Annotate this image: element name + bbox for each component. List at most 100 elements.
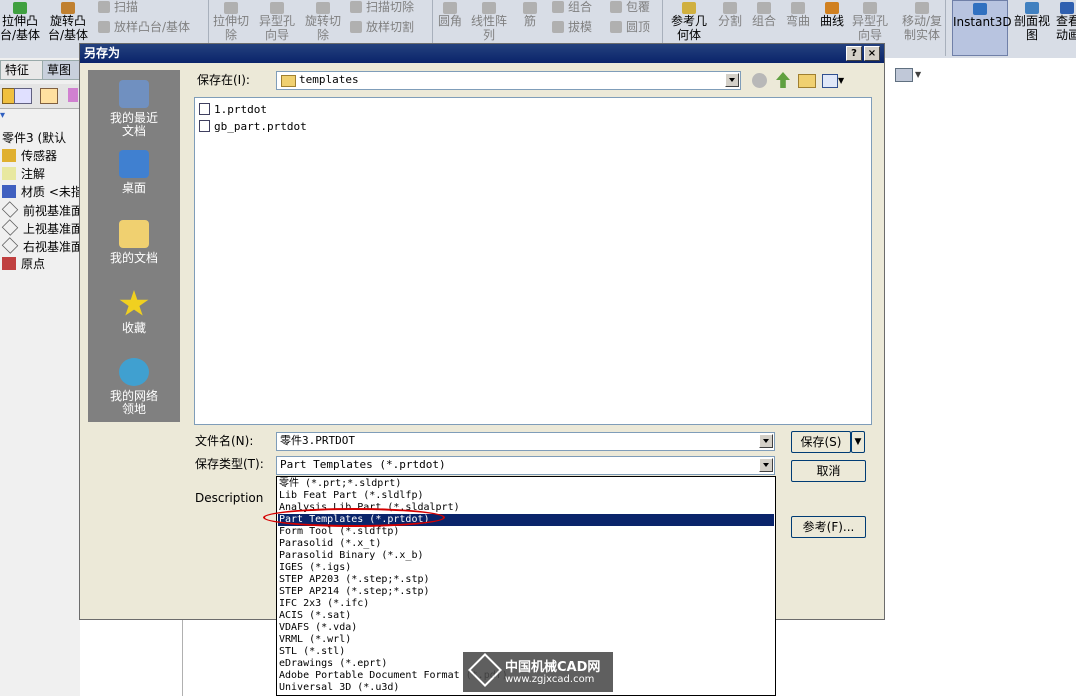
property-manager-icon[interactable] [14, 88, 32, 104]
toolbar-item-4[interactable]: 拉伸切 除 [210, 0, 252, 42]
tree-item[interactable]: 上视基准面 [1, 219, 83, 237]
save-button[interactable]: 保存(S) [791, 431, 851, 453]
view-options-icon[interactable] [895, 68, 913, 82]
toolbar-item-25[interactable]: 查看 动画 [1056, 0, 1076, 42]
toolbar-item-19[interactable]: 弯曲 [784, 0, 812, 28]
cancel-button[interactable]: 取消 [791, 460, 866, 482]
toolbar-item-11[interactable]: 筋 [516, 0, 544, 28]
filename-combo[interactable]: 零件3.PRTDOT [276, 432, 775, 451]
display-manager-icon[interactable] [68, 88, 78, 102]
graphics-area[interactable]: ▼ [885, 58, 1076, 696]
toolbar-item-7[interactable]: 扫描切除 [350, 0, 414, 14]
filetype-combo[interactable]: Part Templates (*.prtdot) [276, 456, 775, 475]
save-options-dropdown[interactable]: ▼ [851, 431, 865, 453]
filetype-option[interactable]: VDAFS (*.vda) [278, 622, 774, 634]
filename-label: 文件名(N): [195, 434, 254, 448]
watermark-logo: 中国机械CAD网 www.zgjxcad.com [463, 652, 613, 692]
toolbar-item-label: 查看 动画 [1056, 14, 1076, 42]
filetype-option[interactable]: VRML (*.wrl) [278, 634, 774, 646]
tree-item[interactable]: 注解 [2, 166, 45, 183]
toolbar-item-icon [61, 2, 75, 14]
place-label: 我的网络 领地 [109, 389, 158, 416]
filetype-option[interactable]: ACIS (*.sat) [278, 610, 774, 622]
dialog-title-bar[interactable]: 另存为 ? × [80, 44, 884, 63]
toolbar-item-10[interactable]: 线性阵 列 [468, 0, 510, 42]
toolbar-item-label: 扫描 [114, 0, 139, 14]
chevron-down-icon[interactable] [725, 73, 739, 87]
save-in-combo[interactable]: templates [276, 71, 741, 90]
toolbar-item-6[interactable]: 旋转切 除 [302, 0, 344, 42]
help-button[interactable]: ? [846, 46, 862, 61]
toolbar-item-label: 组合 [751, 14, 776, 28]
view-menu-icon[interactable] [822, 74, 838, 88]
chevron-down-icon[interactable]: ▼ [915, 70, 921, 79]
toolbar-item-label: 线性阵 列 [470, 14, 507, 42]
tree-item[interactable]: 原点 [2, 256, 45, 273]
tree-item[interactable]: 材质 <未指 [2, 184, 83, 201]
tree-item[interactable]: 前视基准面 [1, 201, 83, 219]
toolbar-item-1[interactable]: 旋转凸 台/基体 [48, 0, 88, 42]
chevron-down-icon[interactable] [759, 458, 773, 472]
toolbar-item-0[interactable]: 拉伸凸 台/基体 [0, 0, 40, 42]
place-favorites[interactable]: 收藏 [88, 290, 180, 335]
tree-item[interactable]: 零件3 (默认 [2, 130, 66, 147]
file-item[interactable]: 1.prtdot [199, 102, 267, 117]
filetype-option[interactable]: Form Tool (*.sldftp) [278, 526, 774, 538]
configuration-manager-icon[interactable] [40, 88, 58, 104]
filetype-option[interactable]: 零件 (*.prt;*.sldprt) [278, 478, 774, 490]
chevron-down-icon[interactable] [759, 434, 773, 448]
toolbar-item-icon [825, 2, 839, 14]
filetype-option[interactable]: IFC 2x3 (*.ifc) [278, 598, 774, 610]
tab-features[interactable]: 特征 [0, 60, 46, 80]
filetype-option[interactable]: IGES (*.igs) [278, 562, 774, 574]
place-desktop[interactable]: 桌面 [88, 150, 180, 195]
toolbar-item-16[interactable]: 参考几 何体 [668, 0, 710, 42]
tree-item-label: 传感器 [21, 149, 58, 163]
place-recent-docs[interactable]: 我的最近 文档 [88, 80, 180, 138]
toolbar-item-15[interactable]: 圆顶 [610, 20, 650, 34]
toolbar-item-22[interactable]: 移动/复 制实体 [900, 0, 944, 42]
toolbar-item-17[interactable]: 分割 [716, 0, 744, 28]
filetype-option[interactable]: STEP AP214 (*.step;*.stp) [278, 586, 774, 598]
filetype-label: 保存类型(T): [195, 457, 264, 471]
toolbar-item-label: 扫描切除 [366, 0, 415, 14]
toolbar-item-8[interactable]: 放样切割 [350, 20, 414, 34]
filetype-option[interactable]: Parasolid (*.x_t) [278, 538, 774, 550]
chevron-down-icon[interactable]: ▼ [838, 76, 844, 85]
new-folder-icon[interactable] [798, 74, 816, 88]
toolbar-separator [945, 0, 946, 56]
desktop-icon [119, 150, 149, 178]
filetype-value: Part Templates (*.prtdot) [280, 458, 446, 471]
toolbar-item-icon [973, 3, 987, 15]
back-icon[interactable] [752, 73, 767, 88]
toolbar-item-24[interactable]: 剖面视 图 [1012, 0, 1052, 42]
place-my-documents[interactable]: 我的文档 [88, 220, 180, 265]
toolbar-item-20[interactable]: 曲线 [818, 0, 846, 28]
toolbar-item-9[interactable]: 圆角 [436, 0, 464, 28]
toolbar-item-12[interactable]: 组合 [552, 0, 592, 14]
file-item[interactable]: gb_part.prtdot [199, 119, 307, 134]
expand-arrow-icon[interactable]: ▾ [0, 110, 12, 121]
place-network-places[interactable]: 我的网络 领地 [88, 358, 180, 416]
tab-sketch[interactable]: 草图 [42, 60, 82, 80]
filetype-option[interactable]: Parasolid Binary (*.x_b) [278, 550, 774, 562]
up-folder-icon[interactable] [776, 72, 790, 88]
filetype-option[interactable]: Lib Feat Part (*.sldlfp) [278, 490, 774, 502]
toolbar-item-5[interactable]: 异型孔 向导 [256, 0, 298, 42]
toolbar-item-2[interactable]: 扫描 [98, 0, 138, 14]
filetype-option[interactable]: STEP AP203 (*.step;*.stp) [278, 574, 774, 586]
tree-item[interactable]: 传感器 [2, 148, 57, 165]
toolbar-item-3[interactable]: 放样凸台/基体 [98, 20, 190, 34]
toolbar-item-23[interactable]: Instant3D [952, 0, 1012, 56]
toolbar-item-21[interactable]: 异型孔 向导 [850, 0, 890, 42]
close-button[interactable]: × [864, 46, 880, 61]
file-list[interactable]: 1.prtdot gb_part.prtdot [194, 97, 872, 425]
reference-button[interactable]: 参考(F)... [791, 516, 866, 538]
toolbar-item-label: 旋转切 除 [304, 14, 341, 42]
tree-item[interactable]: 右视基准面 [1, 237, 83, 255]
tree-item-label: 零件3 (默认 [2, 131, 67, 145]
toolbar-item-18[interactable]: 组合 [750, 0, 778, 28]
tree-item-label: 注解 [21, 167, 46, 181]
toolbar-item-13[interactable]: 拔模 [552, 20, 592, 34]
toolbar-item-14[interactable]: 包覆 [610, 0, 650, 14]
